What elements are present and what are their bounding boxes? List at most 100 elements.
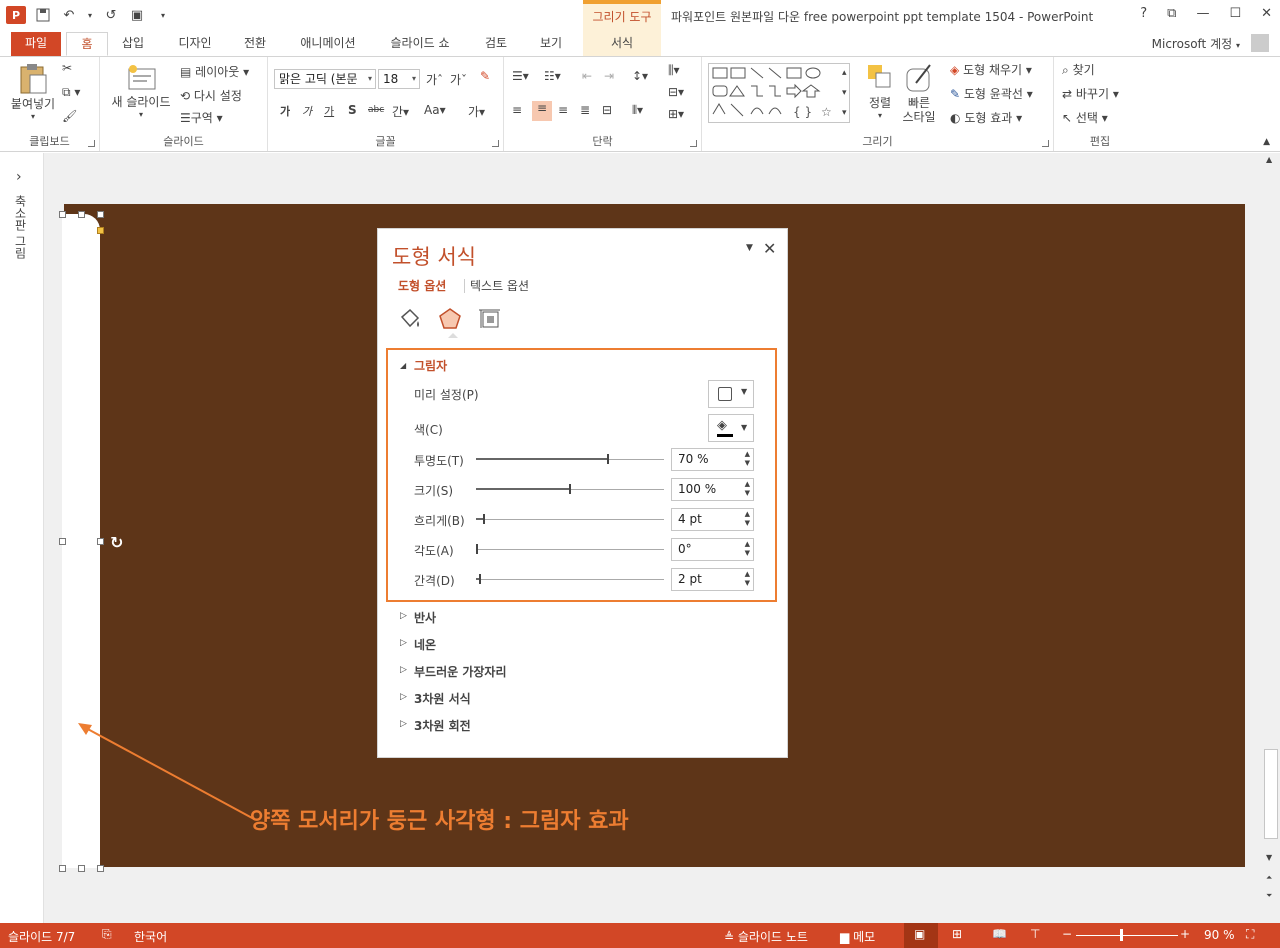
- expand-triangle-icon[interactable]: ▷: [400, 719, 407, 729]
- section-reflection[interactable]: 반사: [414, 609, 436, 626]
- spellcheck-icon[interactable]: ⎘: [102, 927, 112, 942]
- slide-counter[interactable]: 슬라이드 7/7: [8, 928, 75, 945]
- zoom-slider[interactable]: [1076, 935, 1178, 936]
- smartart-icon[interactable]: ⊞▾: [668, 107, 684, 121]
- shadow-button[interactable]: S: [348, 103, 357, 117]
- section-3d-format[interactable]: 3차원 서식: [414, 690, 471, 707]
- tab-shape-options[interactable]: 도형 옵션: [398, 277, 446, 294]
- slideshow-view-icon[interactable]: ⊤: [1030, 927, 1040, 941]
- slide-sorter-icon[interactable]: ⊞: [952, 927, 962, 941]
- shape-outline-button[interactable]: ✎ 도형 윤곽선 ▾: [950, 85, 1033, 102]
- shape-effects-button[interactable]: ◐ 도형 효과 ▾: [950, 109, 1022, 126]
- tab-transitions[interactable]: 전환: [234, 32, 276, 56]
- blur-slider[interactable]: [476, 514, 664, 524]
- italic-button[interactable]: 가: [302, 103, 312, 119]
- close-button[interactable]: ✕: [1261, 6, 1272, 21]
- font-color-button[interactable]: 가▾: [468, 103, 485, 120]
- shrink-font-button[interactable]: 가ˇ: [450, 71, 467, 88]
- strikethrough-button[interactable]: abc: [368, 105, 384, 115]
- new-slide-button[interactable]: 새 슬라이드 ▾: [106, 63, 176, 119]
- reading-view-icon[interactable]: 📖: [992, 927, 1007, 941]
- undo-icon[interactable]: ↶: [60, 6, 78, 24]
- shape-fill-button[interactable]: ◈ 도형 채우기 ▾: [950, 61, 1032, 78]
- clear-format-icon[interactable]: ✎: [480, 69, 490, 83]
- pane-close-icon[interactable]: ✕: [763, 239, 776, 258]
- tab-file[interactable]: 파일: [11, 32, 61, 56]
- resize-handle[interactable]: [97, 538, 104, 545]
- size-slider[interactable]: [476, 484, 664, 494]
- tab-home[interactable]: 홈: [66, 32, 108, 56]
- paste-button[interactable]: 붙여넣기 ▾: [6, 63, 60, 121]
- effects-pentagon-icon[interactable]: [438, 307, 462, 334]
- find-button[interactable]: ⌕ 찾기: [1062, 61, 1095, 78]
- align-left-icon[interactable]: ≡: [512, 103, 522, 117]
- vertical-scrollbar[interactable]: ▲ ▼ ⏶ ⏷: [1262, 153, 1280, 923]
- increase-indent-icon[interactable]: ⇥: [604, 69, 614, 83]
- minimize-button[interactable]: —: [1196, 6, 1209, 21]
- thumbnail-panel-label[interactable]: 축소판 그림: [12, 195, 29, 259]
- section-3d-rotation[interactable]: 3차원 회전: [414, 717, 471, 734]
- expand-triangle-icon[interactable]: ▷: [400, 692, 407, 702]
- slideshow-from-start-icon[interactable]: ▣: [128, 6, 146, 24]
- preset-dropdown[interactable]: ▼: [708, 380, 754, 408]
- distributed-icon[interactable]: ⊟: [602, 103, 612, 117]
- resize-handle[interactable]: [59, 211, 66, 218]
- zoom-slider-thumb[interactable]: [1120, 929, 1123, 941]
- resize-handle[interactable]: [97, 211, 104, 218]
- scroll-down-icon[interactable]: ▼: [1266, 853, 1272, 862]
- resize-handle[interactable]: [59, 538, 66, 545]
- bold-button[interactable]: 가: [280, 103, 290, 119]
- angle-spinner[interactable]: 0° ▲ ▼: [671, 538, 754, 561]
- bullets-icon[interactable]: ☰▾: [512, 69, 529, 83]
- copy-icon[interactable]: ⧉ ▾: [62, 85, 80, 100]
- comments-button[interactable]: ▆ 메모: [840, 928, 875, 945]
- font-size-combo[interactable]: 18 ▾: [378, 69, 420, 89]
- spinner-arrows-icon[interactable]: ▲ ▼: [745, 570, 750, 588]
- tab-view[interactable]: 보기: [530, 32, 572, 56]
- spinner-arrows-icon[interactable]: ▲ ▼: [745, 510, 750, 528]
- underline-button[interactable]: 가: [324, 103, 334, 119]
- angle-slider[interactable]: [476, 544, 664, 554]
- distance-spinner[interactable]: 2 pt ▲ ▼: [671, 568, 754, 591]
- transparency-spinner[interactable]: 70 % ▲ ▼: [671, 448, 754, 471]
- align-right-icon[interactable]: ≡: [558, 103, 568, 117]
- redo-icon[interactable]: ↺: [102, 6, 120, 24]
- line-spacing-icon[interactable]: ↕▾: [632, 69, 648, 83]
- account-menu[interactable]: Microsoft 계정 ▾: [1152, 35, 1240, 52]
- spinner-arrows-icon[interactable]: ▲ ▼: [745, 450, 750, 468]
- expand-thumbnails-icon[interactable]: ›: [16, 169, 22, 185]
- adjust-handle[interactable]: [97, 227, 104, 234]
- resize-handle[interactable]: [59, 865, 66, 872]
- next-slide-icon[interactable]: ⏷: [1266, 891, 1272, 901]
- spinner-arrows-icon[interactable]: ▲ ▼: [745, 540, 750, 558]
- shapes-gallery[interactable]: { } ☆: [708, 63, 850, 123]
- expand-triangle-icon[interactable]: ▷: [400, 611, 407, 621]
- align-center-icon[interactable]: ≡: [532, 101, 552, 121]
- decrease-indent-icon[interactable]: ⇤: [582, 69, 592, 83]
- slider-thumb[interactable]: [569, 484, 571, 494]
- slider-thumb[interactable]: [479, 574, 481, 584]
- fill-line-icon[interactable]: [398, 307, 422, 334]
- scroll-up-icon[interactable]: ▲: [1266, 155, 1272, 164]
- section-button[interactable]: ☰구역 ▾: [180, 109, 223, 126]
- help-button[interactable]: ?: [1140, 6, 1147, 21]
- layout-button[interactable]: ▤ 레이아웃 ▾: [180, 63, 249, 80]
- replace-button[interactable]: ⇄ 바꾸기 ▾: [1062, 85, 1119, 102]
- font-name-combo[interactable]: 맑은 고딕 (본문 ▾: [274, 69, 376, 89]
- blur-spinner[interactable]: 4 pt ▲ ▼: [671, 508, 754, 531]
- paragraph-launcher[interactable]: [690, 140, 697, 147]
- expand-triangle-icon[interactable]: ▷: [400, 638, 407, 648]
- slider-thumb[interactable]: [607, 454, 609, 464]
- ribbon-display-button[interactable]: ⧉: [1167, 6, 1176, 21]
- grow-font-button[interactable]: 가ˆ: [426, 71, 443, 88]
- change-case-button[interactable]: Aa▾: [424, 103, 446, 117]
- save-icon[interactable]: [34, 6, 52, 24]
- columns-icon[interactable]: ⫴▾: [632, 103, 643, 118]
- section-soft-edges[interactable]: 부드러운 가장자리: [414, 663, 507, 680]
- transparency-slider[interactable]: [476, 454, 664, 464]
- tab-text-options[interactable]: 텍스트 옵션: [470, 277, 529, 294]
- zoom-level[interactable]: 90 %: [1204, 928, 1235, 942]
- language-indicator[interactable]: 한국어: [134, 928, 167, 945]
- cut-icon[interactable]: ✂: [62, 61, 72, 75]
- zoom-out-icon[interactable]: −: [1062, 927, 1072, 941]
